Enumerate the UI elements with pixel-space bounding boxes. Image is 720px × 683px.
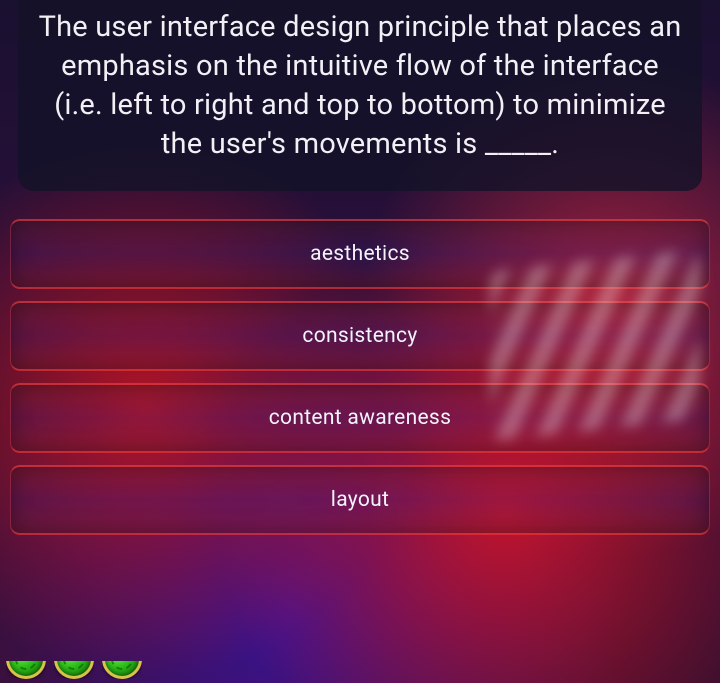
answer-option-1[interactable]: aesthetics bbox=[10, 219, 710, 289]
token-icon bbox=[102, 639, 142, 679]
token-icon bbox=[54, 639, 94, 679]
answer-option-2[interactable]: consistency bbox=[10, 301, 710, 371]
question-card: The user interface design principle that… bbox=[18, 0, 702, 191]
answer-option-3[interactable]: content awareness bbox=[10, 383, 710, 453]
question-text: The user interface design principle that… bbox=[39, 10, 682, 161]
token-row bbox=[6, 639, 142, 679]
answer-option-label: layout bbox=[331, 488, 389, 512]
answers-list: aesthetics consistency content awareness… bbox=[0, 209, 720, 535]
answer-option-4[interactable]: layout bbox=[10, 465, 710, 535]
answer-option-label: content awareness bbox=[269, 406, 451, 430]
answer-option-label: aesthetics bbox=[310, 242, 410, 266]
answer-option-label: consistency bbox=[302, 324, 417, 348]
token-icon bbox=[6, 639, 46, 679]
